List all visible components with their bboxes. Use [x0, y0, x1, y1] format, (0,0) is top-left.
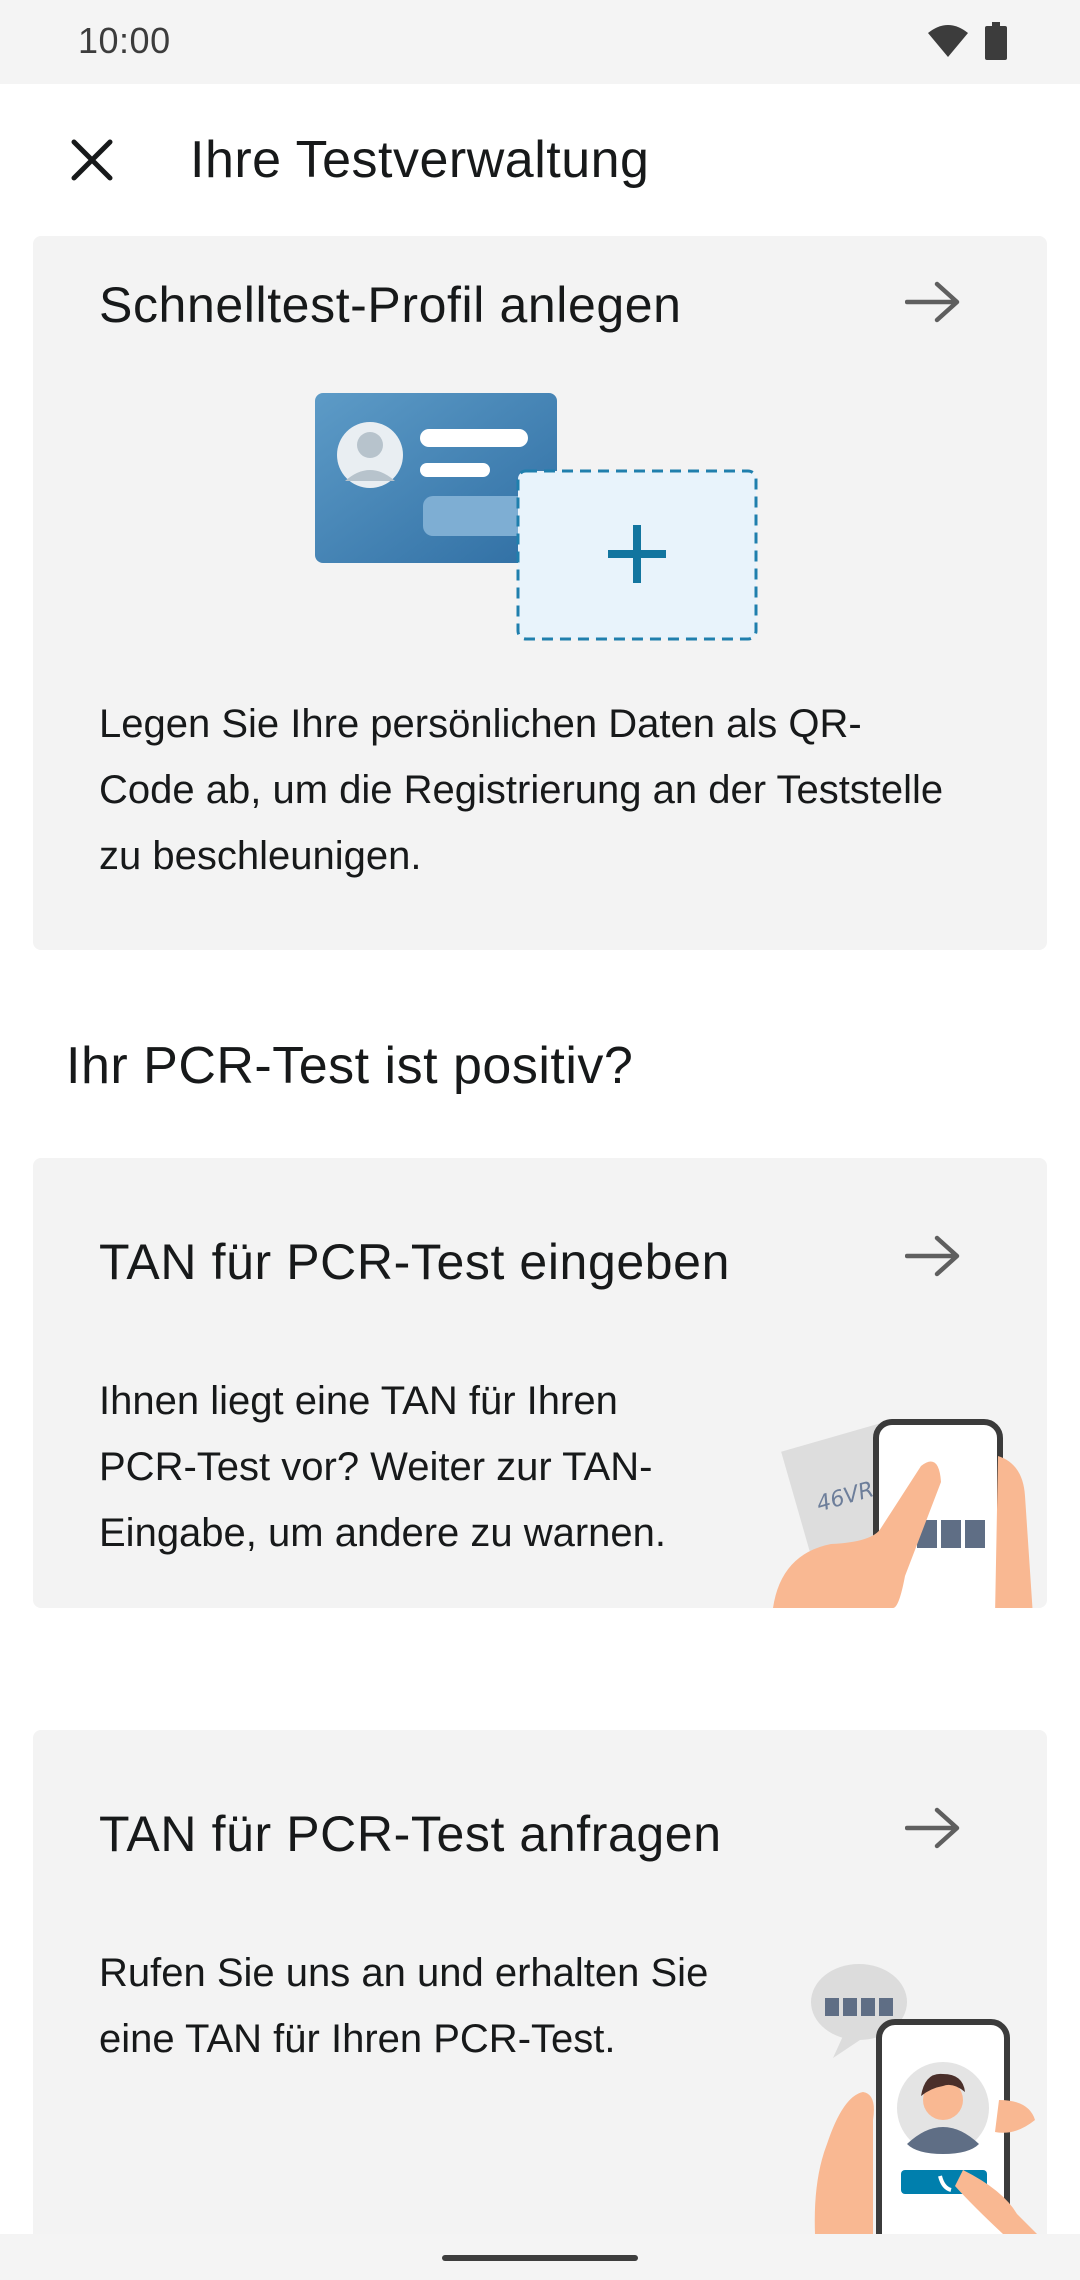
card-title: TAN für PCR-Test eingeben: [99, 1234, 730, 1290]
profile-card-illustration: [315, 393, 758, 641]
status-bar: 10:00: [0, 0, 1080, 84]
arrow-right-icon[interactable]: [905, 1234, 961, 1278]
card-title: TAN für PCR-Test anfragen: [99, 1806, 722, 1862]
card-description: Ihnen liegt eine TAN für Ihren PCR-Test …: [99, 1379, 667, 1555]
enter-tan-card[interactable]: TAN für PCR-Test eingeben Ihnen liegt ei…: [33, 1158, 1047, 1608]
status-icons: [926, 22, 1008, 60]
wifi-icon: [928, 25, 968, 57]
rapid-test-profile-card[interactable]: Schnelltest-Profil anlegen Legen Sie Ihr…: [33, 236, 1047, 950]
request-tan-card[interactable]: TAN für PCR-Test anfragen Rufen Sie uns …: [33, 1730, 1047, 2234]
close-icon: [71, 139, 113, 181]
battery-icon: [985, 22, 1007, 60]
card-description: Rufen Sie uns an und erhalten Sie eine T…: [99, 1951, 709, 2061]
arrow-right-icon[interactable]: [905, 1806, 961, 1850]
card-title: Schnelltest-Profil anlegen: [99, 277, 682, 333]
section-title-pcr-positive: Ihr PCR-Test ist positiv?: [66, 1037, 634, 1095]
app-bar: Ihre Testverwaltung: [0, 84, 1080, 236]
status-time: 10:00: [78, 20, 171, 61]
card-description: Legen Sie Ihre persönlichen Daten als QR…: [99, 702, 944, 878]
arrow-right-icon[interactable]: [905, 280, 961, 324]
navigation-bar: [0, 2234, 1080, 2280]
page-title: Ihre Testverwaltung: [190, 131, 650, 189]
content-scroll-area[interactable]: Schnelltest-Profil anlegen Legen Sie Ihr…: [0, 236, 1080, 2234]
phone-call-illustration: [811, 1964, 1037, 2234]
phone-tan-illustration: 46VRF8: [773, 1419, 1033, 1608]
close-button[interactable]: [60, 128, 124, 192]
home-gesture-handle[interactable]: [442, 2255, 638, 2261]
